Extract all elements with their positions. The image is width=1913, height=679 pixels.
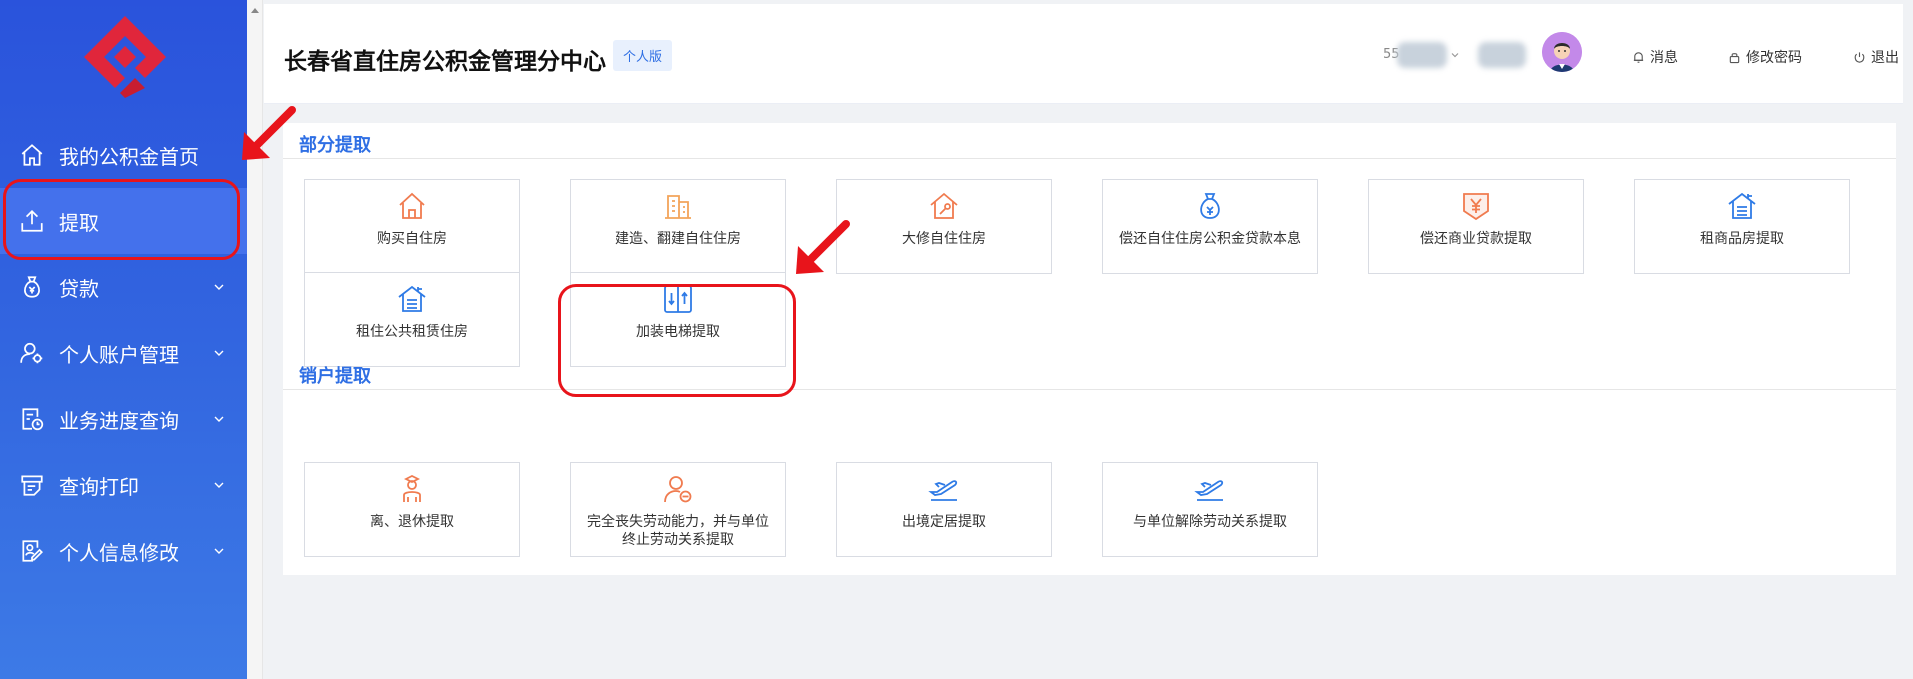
chevron-down-icon — [214, 548, 224, 554]
card-rent-public-housing[interactable]: 租住公共租赁住房 — [304, 272, 520, 367]
withdrawal-panel: 部分提取 购买自住房 建造、翻建自住住房 大修自住住房 偿还自住住房公积金贷款本… — [283, 123, 1896, 575]
edition-badge: 个人版 — [613, 40, 673, 71]
card-install-elevator[interactable]: 加装电梯提取 — [570, 272, 786, 367]
blurred-username — [1478, 42, 1526, 68]
card-buy-house[interactable]: 购买自住房 — [304, 179, 520, 274]
card-build-house[interactable]: 建造、翻建自住住房 — [570, 179, 786, 274]
sidebar-item-label: 个人账户管理 — [59, 342, 179, 367]
card-label: 加装电梯提取 — [636, 324, 720, 340]
card-terminate-employment[interactable]: 与单位解除劳动关系提取 — [1102, 462, 1318, 557]
card-label: 离、退休提取 — [370, 514, 454, 530]
disabled-user-icon — [662, 473, 694, 505]
messages-link[interactable]: 消息 — [1632, 47, 1678, 67]
section-title-closure: 销户提取 — [299, 366, 371, 387]
card-disability[interactable]: 完全丧失劳动能力，并与单位终止劳动关系提取 — [570, 462, 786, 557]
logout-link[interactable]: 退出 — [1853, 47, 1899, 67]
home-icon — [19, 142, 45, 168]
card-rent-commercial[interactable]: 租商品房提取 — [1634, 179, 1850, 274]
section-title-partial: 部分提取 — [299, 135, 371, 156]
card-label: 出境定居提取 — [902, 514, 986, 530]
rent-house-icon — [396, 283, 428, 315]
card-label: 建造、翻建自住住房 — [615, 231, 741, 247]
document-clock-icon — [19, 406, 45, 432]
divider — [283, 389, 1896, 390]
card-repair-house[interactable]: 大修自住住房 — [836, 179, 1052, 274]
retiree-icon — [396, 473, 428, 505]
sidebar-nav: 我的公积金首页 提取 贷款 个人账户管理 业务进度查询 查询打印 个人信息修改 — [0, 122, 247, 584]
card-label: 购买自住房 — [377, 231, 447, 247]
lock-icon — [1729, 52, 1740, 63]
sidebar-item-account[interactable]: 个人账户管理 — [0, 320, 247, 386]
card-label: 完全丧失劳动能力，并与单位终止劳动关系提取 — [587, 514, 769, 548]
card-label: 大修自住住房 — [902, 231, 986, 247]
card-label: 偿还自住住房公积金贷款本息 — [1119, 231, 1301, 247]
chevron-down-icon — [214, 416, 224, 422]
card-label: 租住公共租赁住房 — [356, 324, 468, 340]
chevron-down-icon — [214, 284, 224, 290]
card-repay-commercial-loan[interactable]: 偿还商业贷款提取 — [1368, 179, 1584, 274]
rent-house-icon — [1726, 190, 1758, 222]
change-password-link[interactable]: 修改密码 — [1728, 47, 1802, 67]
messages-label: 消息 — [1650, 50, 1678, 66]
sidebar-item-label: 贷款 — [59, 276, 99, 301]
elevator-icon — [662, 283, 694, 315]
sidebar-item-progress[interactable]: 业务进度查询 — [0, 386, 247, 452]
scroll-up-arrow-icon[interactable] — [251, 8, 259, 13]
power-icon — [1854, 51, 1865, 63]
sidebar-item-profile[interactable]: 个人信息修改 — [0, 518, 247, 584]
upload-icon — [19, 208, 45, 234]
building-icon — [662, 190, 694, 222]
sidebar-item-label: 查询打印 — [59, 474, 139, 499]
change-password-label: 修改密码 — [1746, 50, 1802, 66]
sidebar-item-withdraw[interactable]: 提取 — [0, 188, 247, 254]
money-bag-icon — [19, 274, 45, 300]
sidebar-item-print[interactable]: 查询打印 — [0, 452, 247, 518]
sidebar-item-label: 个人信息修改 — [59, 540, 179, 565]
header: 长春省直住房公积金管理分中心 个人版 55 消息 修改密码 退出 — [264, 4, 1903, 104]
scrollbar[interactable] — [247, 0, 263, 679]
house-icon — [396, 190, 428, 222]
sidebar-item-loan[interactable]: 贷款 — [0, 254, 247, 320]
card-label: 与单位解除劳动关系提取 — [1133, 514, 1287, 530]
card-label: 租商品房提取 — [1700, 231, 1784, 247]
sidebar: 我的公积金首页 提取 贷款 个人账户管理 业务进度查询 查询打印 个人信息修改 — [0, 0, 247, 679]
printer-icon — [19, 472, 45, 498]
card-retirement[interactable]: 离、退休提取 — [304, 462, 520, 557]
chevron-down-icon — [214, 350, 224, 356]
sidebar-item-home[interactable]: 我的公积金首页 — [0, 122, 247, 188]
bell-icon — [1633, 51, 1644, 63]
plane-icon — [928, 473, 960, 505]
chevron-down-icon[interactable] — [1450, 50, 1460, 60]
avatar[interactable] — [1542, 32, 1582, 72]
yen-shield-icon — [1460, 190, 1492, 222]
blurred-account — [1397, 42, 1447, 68]
sidebar-item-label: 我的公积金首页 — [59, 144, 199, 169]
card-emigration[interactable]: 出境定居提取 — [836, 462, 1052, 557]
card-label: 偿还商业贷款提取 — [1420, 231, 1532, 247]
house-repair-icon — [928, 190, 960, 222]
page-title: 长春省直住房公积金管理分中心 — [284, 49, 606, 75]
chevron-down-icon — [214, 482, 224, 488]
edit-profile-icon — [19, 538, 45, 564]
money-bag-icon — [1194, 190, 1226, 222]
user-settings-icon — [19, 340, 45, 366]
plane-icon — [1194, 473, 1226, 505]
divider — [283, 158, 1896, 159]
card-repay-provident-loan[interactable]: 偿还自住住房公积金贷款本息 — [1102, 179, 1318, 274]
sidebar-item-label: 提取 — [59, 210, 99, 235]
logo-icon — [82, 14, 168, 100]
logout-label: 退出 — [1871, 50, 1899, 66]
sidebar-item-label: 业务进度查询 — [59, 408, 179, 433]
